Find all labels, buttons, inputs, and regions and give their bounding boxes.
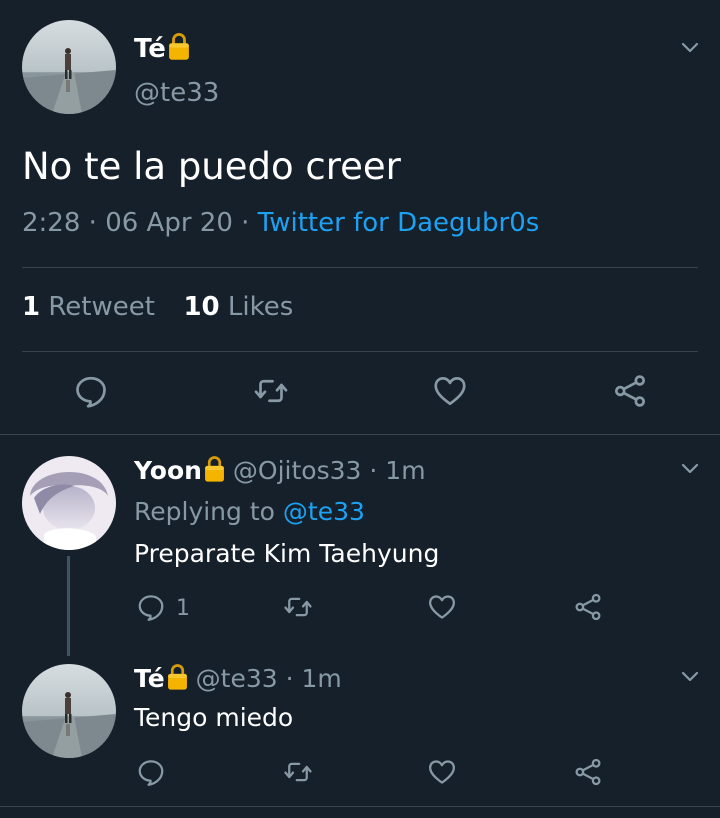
reply-header: Té @te33 · 1m (134, 663, 342, 693)
divider (22, 267, 698, 268)
lock-icon (204, 455, 225, 483)
retweet-icon[interactable] (253, 373, 289, 409)
reply-author-handle[interactable]: @Ojitos33 (233, 456, 362, 485)
chevron-down-icon[interactable] (678, 664, 702, 688)
meta-separator: · (285, 664, 294, 693)
likes-count: 10 (183, 292, 220, 322)
reply-icon[interactable] (136, 757, 166, 787)
replying-to: Replying to @te33 (134, 497, 365, 526)
retweet-icon[interactable] (283, 757, 313, 787)
reply-header: Yoon @Ojitos33 · 1m (134, 455, 426, 485)
reply-author-name[interactable]: Yoon (134, 456, 202, 485)
tweet-text: No te la puedo creer (22, 145, 401, 188)
lock-icon (167, 663, 188, 691)
tweet-meta: 2:28 · 06 Apr 20 · Twitter for Daegubr0s (22, 208, 539, 238)
retweets-count: 1 (22, 292, 41, 322)
retweets-stat[interactable]: 1 Retweet (22, 292, 155, 322)
reply-count: 1 (176, 596, 190, 621)
likes-stat[interactable]: 10 Likes (183, 292, 293, 322)
reply-author-handle[interactable]: @te33 (196, 664, 278, 693)
avatar[interactable] (22, 20, 116, 114)
retweet-icon[interactable] (283, 592, 313, 622)
chevron-down-icon[interactable] (678, 456, 702, 480)
author-name-text: Té (134, 34, 166, 64)
reply-age: 1m (385, 456, 426, 485)
tweet-source-link[interactable]: Twitter for Daegubr0s (258, 208, 540, 238)
reply-author-name[interactable]: Té (134, 664, 165, 693)
tweet-stats: 1 Retweet 10 Likes (22, 292, 293, 322)
divider (0, 806, 720, 807)
avatar[interactable] (22, 456, 116, 550)
author-name[interactable]: Té (134, 32, 190, 64)
thread-connector (67, 556, 70, 656)
replying-to-link[interactable]: @te33 (283, 497, 365, 526)
author-handle[interactable]: @te33 (134, 78, 219, 108)
reply-age: 1m (301, 664, 342, 693)
chevron-down-icon[interactable] (678, 35, 702, 59)
lock-icon (168, 32, 190, 61)
share-icon[interactable] (573, 757, 603, 787)
reply-icon[interactable] (73, 373, 109, 409)
share-icon[interactable] (612, 373, 648, 409)
meta-separator: · (369, 456, 378, 485)
share-icon[interactable] (573, 592, 603, 622)
likes-label: Likes (227, 292, 294, 322)
meta-separator: · (88, 208, 97, 238)
reply-icon[interactable] (136, 592, 166, 622)
tweet-time: 2:28 (22, 208, 81, 238)
avatar[interactable] (22, 664, 116, 758)
retweets-label: Retweet (48, 292, 155, 322)
like-icon[interactable] (427, 592, 457, 622)
reply-text: Preparate Kim Taehyung (134, 539, 440, 568)
replying-label: Replying to (134, 497, 275, 526)
divider (22, 351, 698, 352)
divider (0, 434, 720, 435)
meta-separator: · (241, 208, 250, 238)
like-icon[interactable] (427, 757, 457, 787)
tweet-date: 06 Apr 20 (105, 208, 233, 238)
like-icon[interactable] (432, 373, 468, 409)
reply-text: Tengo miedo (134, 703, 294, 732)
